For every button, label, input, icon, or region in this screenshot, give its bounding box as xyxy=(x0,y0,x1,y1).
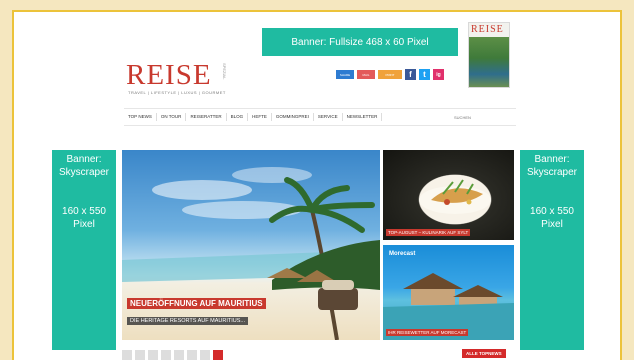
slider-dot[interactable] xyxy=(148,350,158,360)
skyscraper-banner-left[interactable]: Banner: Skyscraper 160 x 550 Pixel xyxy=(52,150,116,350)
top-banner-label: Banner: Fullsize 468 x 60 Pixel xyxy=(291,36,429,48)
hero-title: NEUERÖFFNUNG AUF MAURITIUS xyxy=(127,298,266,309)
facebook-icon[interactable]: f xyxy=(405,69,416,80)
slider-dot[interactable] xyxy=(135,350,145,360)
slider-dot[interactable] xyxy=(161,350,171,360)
hero-subtitle: DIE HERITAGE RESORTS AUF MAURITIUS... xyxy=(127,317,249,325)
skyscraper-banner-right[interactable]: Banner: Skyscraper 160 x 550 Pixel xyxy=(520,150,584,350)
print-button[interactable]: PRINT xyxy=(378,70,402,79)
teaser-tile-morecast[interactable]: Morecast IHR REISEWETTER AUF MORECAST xyxy=(383,245,514,340)
nav-item-reiseratter[interactable]: REISERATTER xyxy=(186,113,227,121)
skyscraper-right-size: 160 x 550 Pixel xyxy=(530,206,574,230)
water-bungalow-image xyxy=(383,273,514,340)
nav-item-service[interactable]: SERVICE xyxy=(314,113,343,121)
skyscraper-left-title: Banner: Skyscraper xyxy=(58,154,109,178)
tile-morecast-caption: IHR REISEWETTER AUF MORECAST xyxy=(386,329,469,336)
skyscraper-left-size: 160 x 550 Pixel xyxy=(62,206,106,230)
twitter-icon[interactable]: t xyxy=(419,69,430,80)
mail-button[interactable]: MAIL xyxy=(357,70,375,79)
hero-beach-image xyxy=(122,167,380,340)
slider-dot[interactable] xyxy=(200,350,210,360)
slider-dot[interactable] xyxy=(122,350,132,360)
slider-dot[interactable] xyxy=(213,350,223,360)
slider-pagination xyxy=(122,350,223,360)
magazine-cover-title: REISE xyxy=(471,24,504,35)
morecast-logo: Morecast xyxy=(389,251,416,257)
site-logo[interactable]: REISE xyxy=(126,60,212,90)
share-bar: SHARE MAIL PRINT f t ig xyxy=(336,69,444,80)
nav-item-top-news[interactable]: TOP NEWS xyxy=(124,113,157,121)
tile-food-caption: TOP-AUGUST – KULINARIK AUF SYLT xyxy=(386,229,471,236)
main-navigation: TOP NEWS ON TOUR REISERATTER BLOG HEFTE … xyxy=(124,108,516,126)
logo-tagline: TRAVEL | LIFESTYLE | LUXUS | GOURMET xyxy=(128,90,226,95)
logo-side-label: SPEZIAL xyxy=(222,63,227,80)
slider-dot[interactable] xyxy=(187,350,197,360)
share-button[interactable]: SHARE xyxy=(336,70,354,79)
nav-item-blog[interactable]: BLOG xyxy=(227,113,249,121)
skyscraper-right-title: Banner: Skyscraper xyxy=(526,154,577,178)
top-banner-placeholder[interactable]: Banner: Fullsize 468 x 60 Pixel xyxy=(262,28,458,56)
magazine-cover-thumbnail[interactable]: REISE xyxy=(468,22,510,88)
nav-item-hefte[interactable]: HEFTE xyxy=(248,113,272,121)
nav-item-newsletter[interactable]: NEWSLETTER xyxy=(343,113,383,121)
hero-feature[interactable]: NEUERÖFFNUNG AUF MAURITIUS DIE HERITAGE … xyxy=(122,150,380,340)
food-image xyxy=(419,179,491,214)
nav-item-on-tour[interactable]: ON TOUR xyxy=(157,113,187,121)
all-topnews-button[interactable]: ALLE TOPNEWS xyxy=(462,349,506,358)
search-input[interactable] xyxy=(452,111,516,123)
instagram-icon[interactable]: ig xyxy=(433,69,444,80)
slider-dot[interactable] xyxy=(174,350,184,360)
teaser-tile-food[interactable]: TOP-AUGUST – KULINARIK AUF SYLT xyxy=(383,150,514,240)
nav-item-gommingprei[interactable]: GOMMINGPREI xyxy=(272,113,314,121)
